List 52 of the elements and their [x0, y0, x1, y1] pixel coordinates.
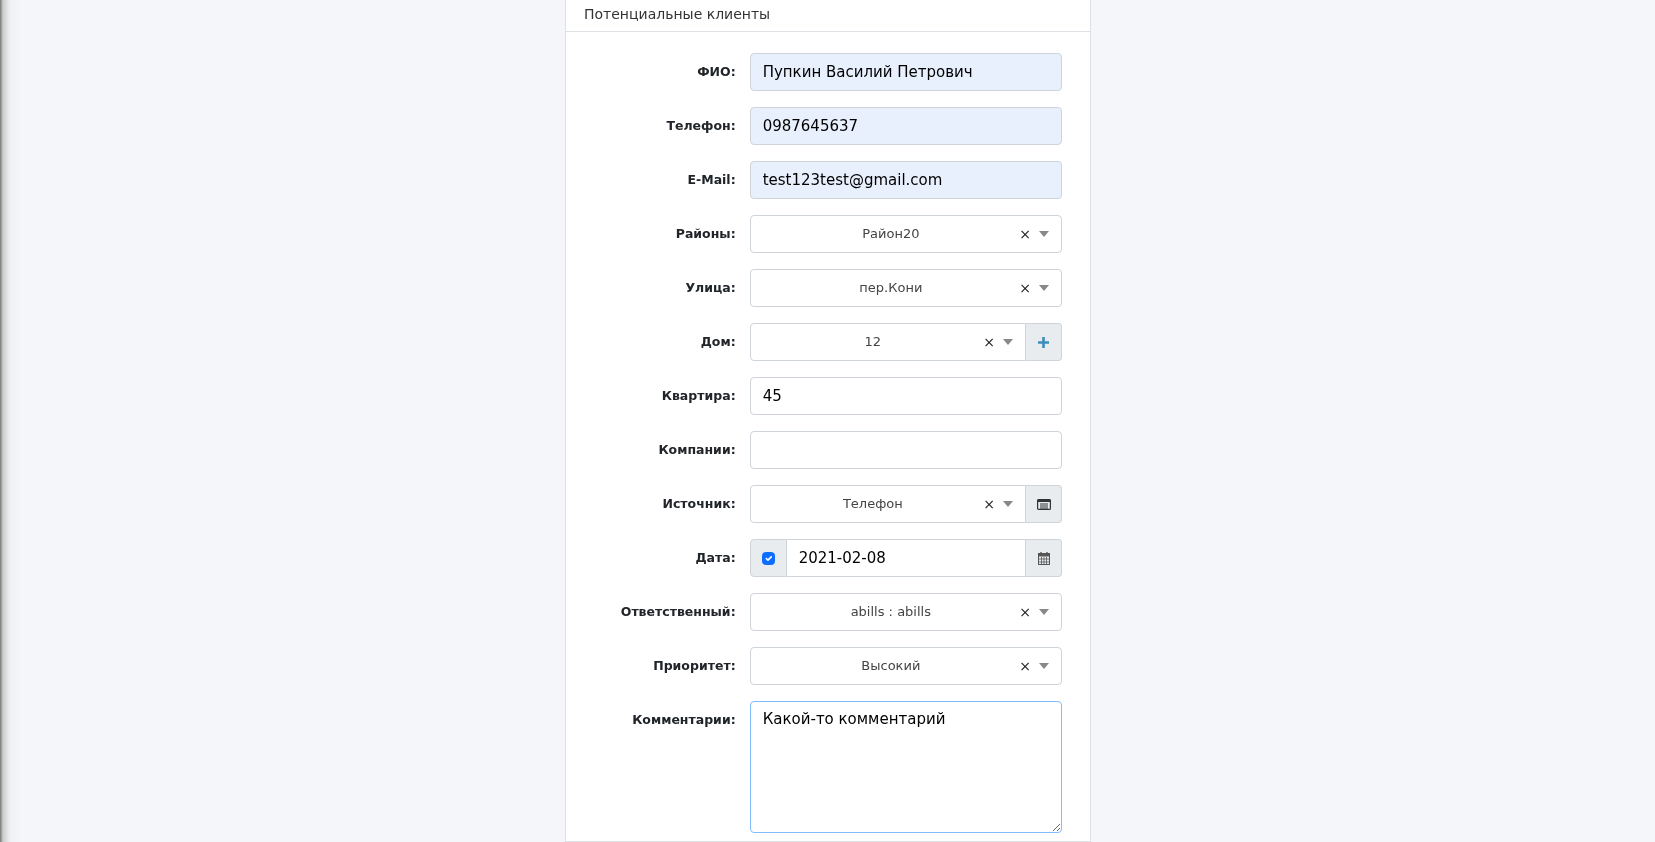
field-label: Дата: [694, 549, 736, 567]
add-button[interactable] [1026, 323, 1062, 361]
card-title: Потенциальные клиенты [566, 0, 1090, 32]
caret-icon [1003, 339, 1013, 345]
field-label: Телефон: [665, 117, 736, 135]
input-field[interactable]: Пупкин Василий Петрович [749, 53, 1062, 91]
checkbox[interactable] [761, 551, 775, 565]
select-field[interactable]: Телефон × [749, 485, 1026, 523]
plus-icon [1038, 336, 1049, 348]
date-field[interactable]: 2021-02-08 [786, 539, 1026, 577]
field-label: Компании: [657, 441, 736, 459]
field-label: Дом: [699, 333, 736, 351]
input-field[interactable]: test123test@gmail.com [749, 161, 1062, 199]
field-label: Районы: [674, 225, 736, 243]
select-value: Телефон [841, 495, 904, 514]
select-value: abills : abills [849, 603, 932, 622]
caret-icon [1039, 609, 1049, 615]
field-label: E-Mail: [686, 171, 736, 189]
clear-button[interactable]: × [981, 331, 997, 353]
caret-icon [1039, 285, 1049, 291]
caret-icon [1039, 231, 1049, 237]
clear-button[interactable]: × [1017, 223, 1033, 245]
select-field[interactable]: Район20 × [749, 215, 1062, 253]
field-label: Квартира: [660, 387, 736, 405]
input-field[interactable] [749, 431, 1062, 469]
clear-button[interactable]: × [1017, 277, 1033, 299]
calendar-button[interactable] [1026, 539, 1062, 577]
list-icon [1036, 498, 1051, 510]
field-label: Источник: [661, 495, 736, 513]
caret-icon [1039, 663, 1049, 669]
field-label: Ответственный: [619, 603, 736, 621]
caret-icon [1003, 501, 1013, 507]
field-label: Приоритет: [652, 657, 736, 675]
clear-button[interactable]: × [1017, 655, 1033, 677]
clear-button[interactable]: × [981, 493, 997, 515]
input-field[interactable]: 0987645637 [749, 107, 1062, 145]
clear-button[interactable]: × [1017, 601, 1033, 623]
select-field[interactable]: пер.Кони × [749, 269, 1062, 307]
select-field[interactable]: abills : abills × [749, 593, 1062, 631]
comment-field[interactable]: Какой-то комментарий [749, 701, 1062, 833]
select-value: пер.Кони [858, 279, 924, 298]
field-label: Комментарии: [631, 711, 736, 729]
calendar-icon [1037, 551, 1050, 565]
input-field[interactable]: 45 [749, 377, 1062, 415]
select-value: 12 [863, 333, 883, 352]
field-label: Улица: [684, 279, 736, 297]
list-button[interactable] [1026, 485, 1062, 523]
select-field[interactable]: Высокий × [749, 647, 1062, 685]
field-label: ФИО: [696, 63, 736, 81]
select-field[interactable]: 12 × [749, 323, 1026, 361]
select-value: Высокий [860, 657, 922, 676]
select-value: Район20 [861, 225, 921, 244]
